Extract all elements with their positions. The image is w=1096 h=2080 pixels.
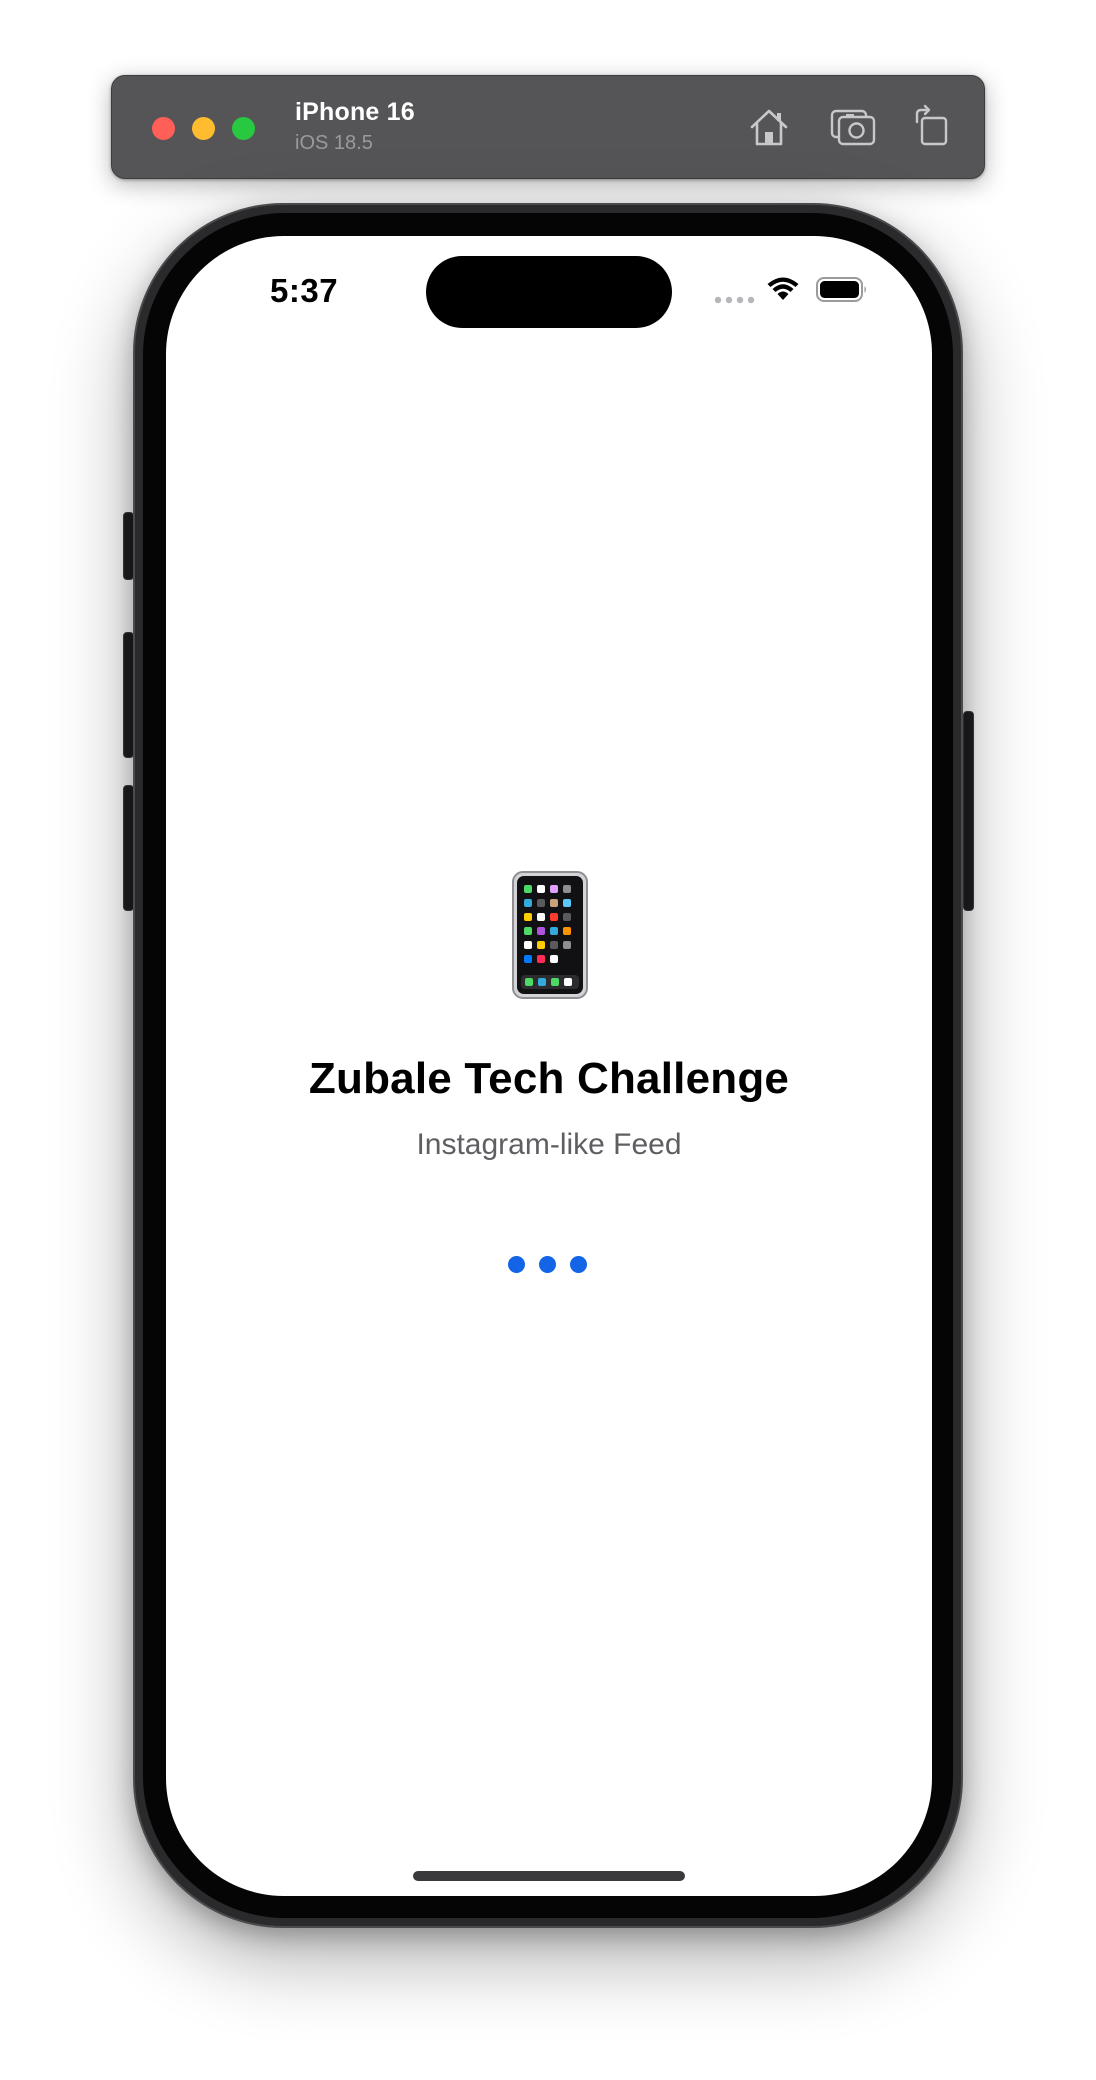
- screenshot-button[interactable]: [828, 102, 878, 152]
- mobile-phone-icon: [512, 871, 588, 999]
- screenshot-icon: [830, 109, 876, 146]
- rotate-button[interactable]: [908, 102, 958, 152]
- home-icon: [750, 109, 788, 146]
- loading-dot: [508, 1256, 525, 1273]
- cellular-signal-icon: [714, 296, 755, 304]
- simulator-stage: iPhone 16 iOS 18.5 5:37 Zubale Tech Chal…: [0, 0, 1096, 2080]
- dynamic-island: [426, 256, 672, 328]
- loading-indicator: [508, 1256, 592, 1274]
- wifi-icon: [767, 277, 799, 300]
- simulator-toolbar: iPhone 16 iOS 18.5: [111, 75, 985, 179]
- zoom-window-button[interactable]: [232, 117, 255, 140]
- minimize-window-button[interactable]: [192, 117, 215, 140]
- rotate-icon: [915, 104, 948, 146]
- close-window-button[interactable]: [152, 117, 175, 140]
- power-button[interactable]: [963, 711, 974, 911]
- phone-screen: 5:37 Zubale Tech Challenge Instagram-lik…: [166, 236, 932, 1896]
- app-subtitle: Instagram-like Feed: [416, 1128, 682, 1161]
- loading-dot: [539, 1256, 556, 1273]
- app-title: Zubale Tech Challenge: [308, 1054, 790, 1103]
- battery-icon: [816, 277, 866, 302]
- loading-dot: [570, 1256, 587, 1273]
- home-button[interactable]: [744, 102, 794, 152]
- home-indicator[interactable]: [413, 1871, 685, 1881]
- status-time: 5:37: [270, 272, 339, 309]
- device-name: iPhone 16: [295, 98, 415, 126]
- os-version: iOS 18.5: [295, 132, 373, 154]
